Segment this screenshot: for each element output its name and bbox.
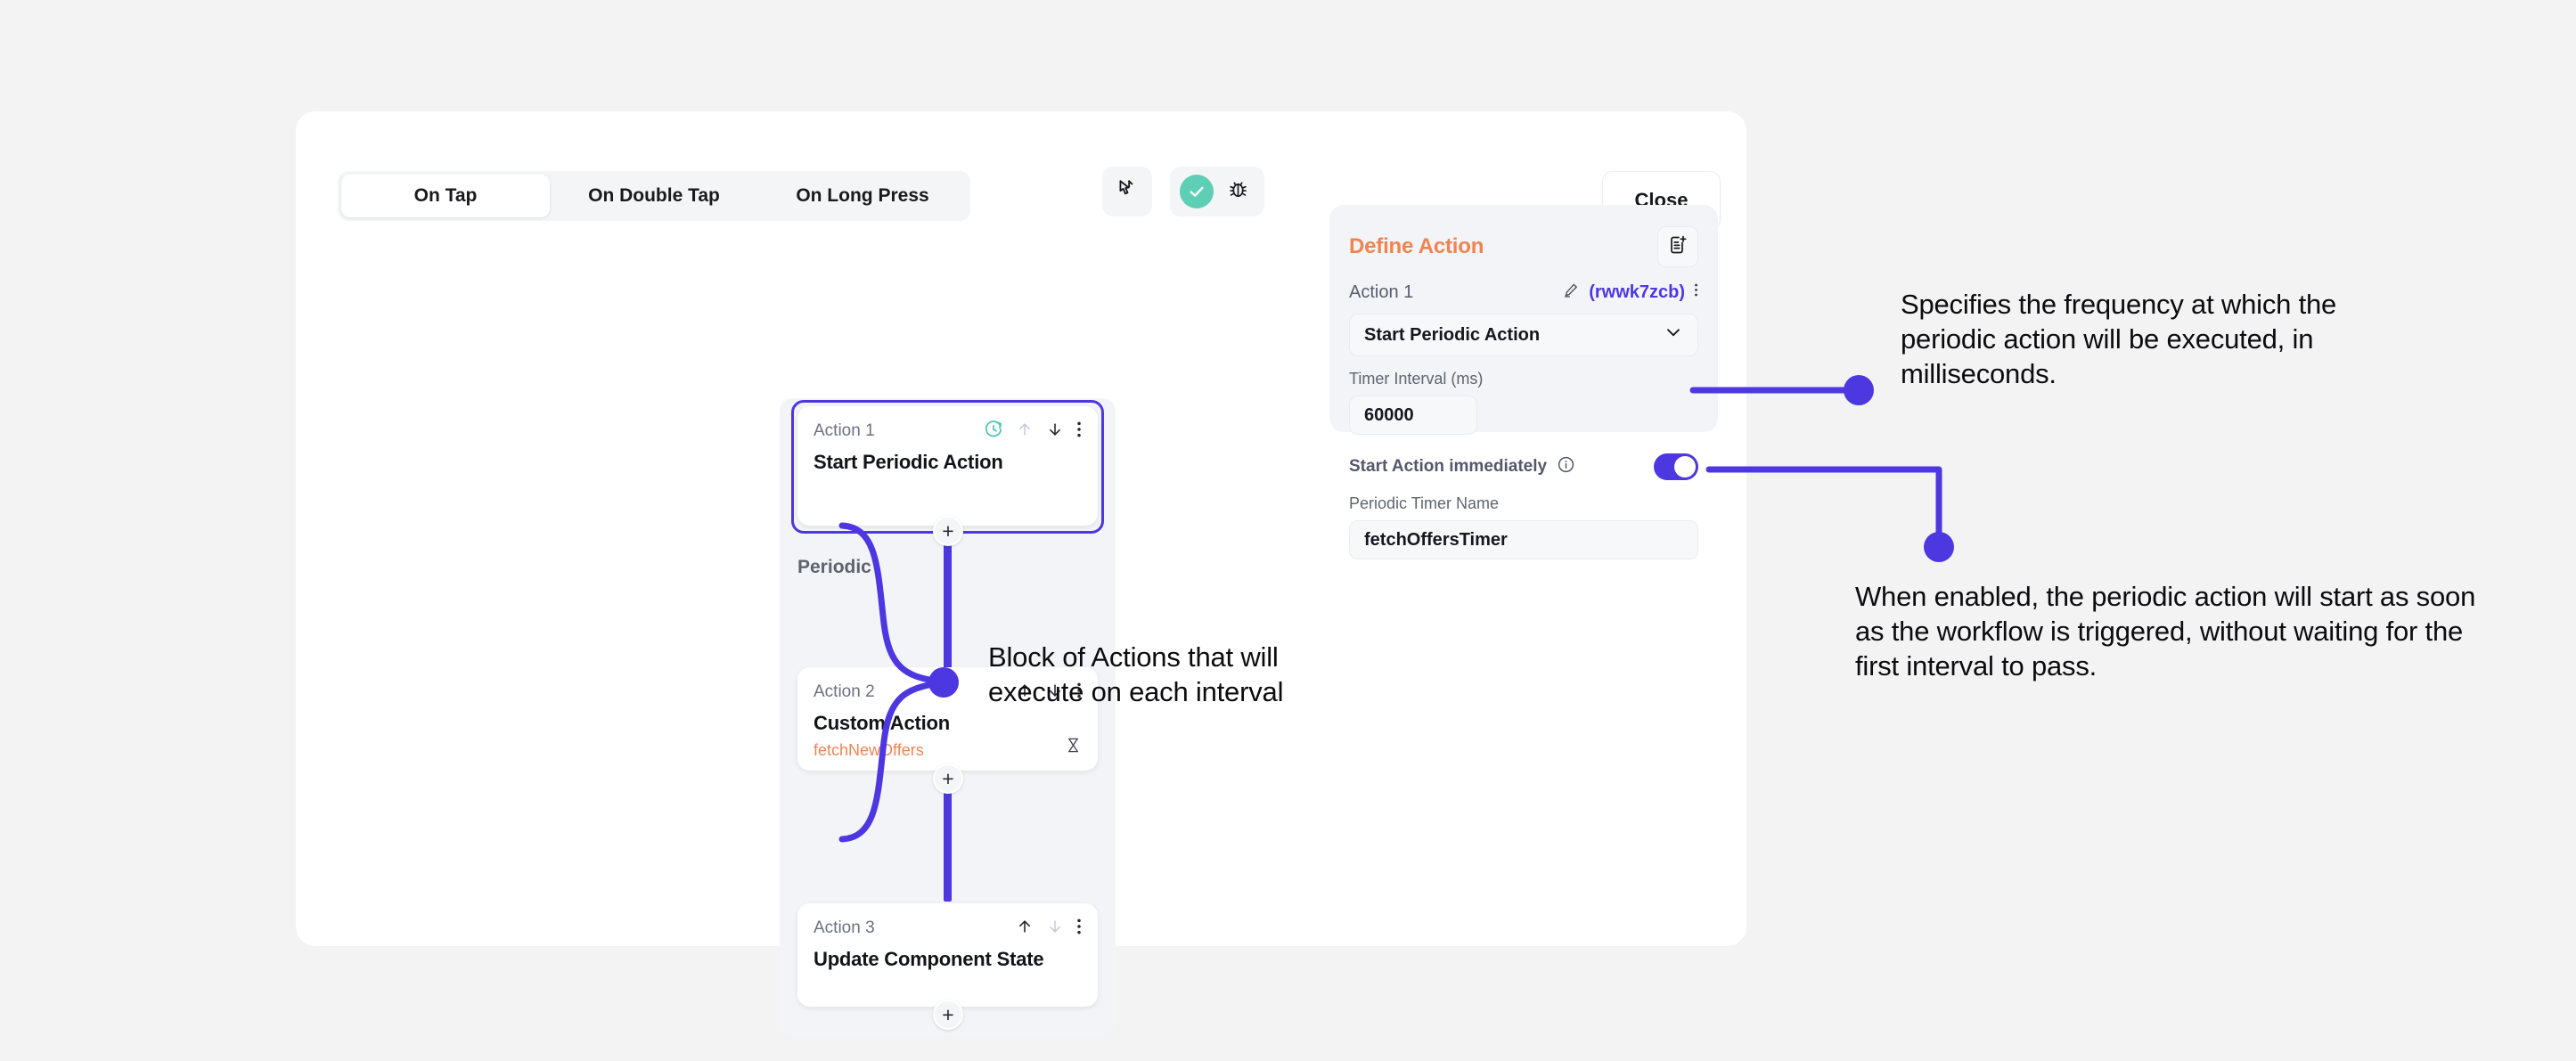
start-immediately-row: Start Action immediately <box>1349 453 1698 481</box>
add-action-button-1[interactable]: + <box>933 516 963 546</box>
add-action-button-2-label: + <box>942 766 954 790</box>
action-card-3[interactable]: Action 3 Update Component State <box>797 903 1098 1007</box>
action-card-2-subtitle: fetchNewOffers <box>814 741 924 759</box>
chevron-down-icon <box>1664 322 1683 347</box>
annotation-timer-interval: Specifies the frequency at which the per… <box>1901 289 2337 390</box>
action-card-3-icons <box>1016 918 1082 940</box>
timer-interval-input[interactable]: 60000 <box>1349 396 1477 435</box>
tab-on-long-press-label: On Long Press <box>796 185 929 206</box>
flow-connector-1 <box>944 534 952 672</box>
cursor-pointer-icon <box>1116 178 1139 206</box>
toggle-knob <box>1674 456 1696 477</box>
tab-on-double-tap-label: On Double Tap <box>588 185 720 206</box>
pointer-tool-group <box>1102 167 1152 216</box>
action-id-row: Action 1 (rwwk7zcb) <box>1349 282 1698 303</box>
timer-name-label: Periodic Timer Name <box>1349 494 1500 512</box>
start-immediately-label: Start Action immediately <box>1349 457 1548 476</box>
action-card-1[interactable]: Action 1 Start Periodic Action <box>797 406 1098 526</box>
define-action-panel: Define Action Action 1 (rwwk7zcb) Start … <box>1329 205 1718 559</box>
more-options-icon[interactable] <box>1694 282 1698 303</box>
start-immediately-toggle[interactable] <box>1654 453 1698 480</box>
action-card-2-index: Action 2 <box>814 682 875 701</box>
tab-on-long-press[interactable]: On Long Press <box>758 175 967 217</box>
move-down-icon[interactable] <box>1046 420 1064 443</box>
action-card-3-title: Update Component State <box>814 948 1044 970</box>
add-note-icon <box>1667 234 1689 260</box>
action-card-3-header: Action 3 <box>814 918 1082 939</box>
add-action-button-1-label: + <box>942 518 954 543</box>
cursor-pointer-button[interactable] <box>1108 172 1147 211</box>
more-options-icon[interactable] <box>1076 918 1082 940</box>
annotation-start-immediately: When enabled, the periodic action will s… <box>1855 581 2476 682</box>
annotation-dot-timer-interval <box>1844 375 1874 405</box>
action-card-2-subrow: fetchNewOffers <box>814 735 1082 760</box>
tab-on-tap[interactable]: On Tap <box>341 175 550 217</box>
flow-connector-2 <box>944 777 952 902</box>
timer-interval-label: Timer Interval (ms) <box>1349 370 1484 388</box>
tab-on-tap-label: On Tap <box>413 185 478 206</box>
action-id-controls: (rwwk7zcb) <box>1563 282 1698 303</box>
add-action-button-3[interactable]: + <box>933 1000 963 1030</box>
action-id-value: (rwwk7zcb) <box>1589 282 1685 302</box>
action-card-1-header: Action 1 <box>814 420 1082 442</box>
timer-name-value: fetchOffersTimer <box>1364 529 1508 550</box>
timer-name-input[interactable]: fetchOffersTimer <box>1349 520 1698 559</box>
action-type-select[interactable]: Start Periodic Action <box>1349 314 1698 356</box>
timer-interval-value: 60000 <box>1364 404 1414 425</box>
action-card-1-title: Start Periodic Action <box>814 451 1003 473</box>
action-card-2-title: Custom Action <box>814 712 951 734</box>
annotation-dot-start-immediately <box>1924 532 1954 562</box>
annotation-center: Block of Actions that will execute on ea… <box>988 641 1284 708</box>
add-action-button-2[interactable]: + <box>933 763 963 794</box>
action-card-3-index: Action 3 <box>814 918 875 937</box>
screen-root: On Tap On Double Tap On Long Press Close… <box>0 0 2576 1061</box>
more-options-icon[interactable] <box>1076 420 1082 443</box>
bug-icon <box>1227 178 1249 205</box>
trigger-tabs: On Tap On Double Tap On Long Press <box>338 171 970 221</box>
check-circle-icon <box>1179 175 1214 208</box>
action-card-1-icons <box>984 420 1082 444</box>
define-action-panel-header: Define Action <box>1349 226 1698 267</box>
timer-refresh-icon[interactable] <box>984 420 1003 444</box>
info-icon[interactable] <box>1557 455 1575 479</box>
move-up-icon[interactable] <box>1016 420 1034 443</box>
pencil-icon[interactable] <box>1563 282 1580 303</box>
add-note-button[interactable] <box>1657 226 1698 267</box>
validation-status-button[interactable] <box>1177 172 1216 211</box>
flow-group-label: Periodic <box>797 557 871 577</box>
move-up-icon[interactable] <box>1016 918 1034 940</box>
action-id-label: Action 1 <box>1349 282 1414 302</box>
action-type-select-value: Start Periodic Action <box>1364 324 1541 345</box>
panel-title: Define Action <box>1349 234 1484 258</box>
start-immediately-label-group: Start Action immediately <box>1349 455 1575 479</box>
add-action-button-3-label: + <box>942 1002 954 1026</box>
status-tool-group <box>1170 167 1264 216</box>
action-flow-column: Action 1 Start Periodic Action + Periodi… <box>780 398 1116 1035</box>
debug-button[interactable] <box>1219 172 1258 211</box>
tab-on-double-tap[interactable]: On Double Tap <box>550 175 758 217</box>
move-down-icon[interactable] <box>1046 918 1064 940</box>
hourglass-off-icon[interactable] <box>1065 737 1082 758</box>
action-card-1-index: Action 1 <box>814 421 875 440</box>
